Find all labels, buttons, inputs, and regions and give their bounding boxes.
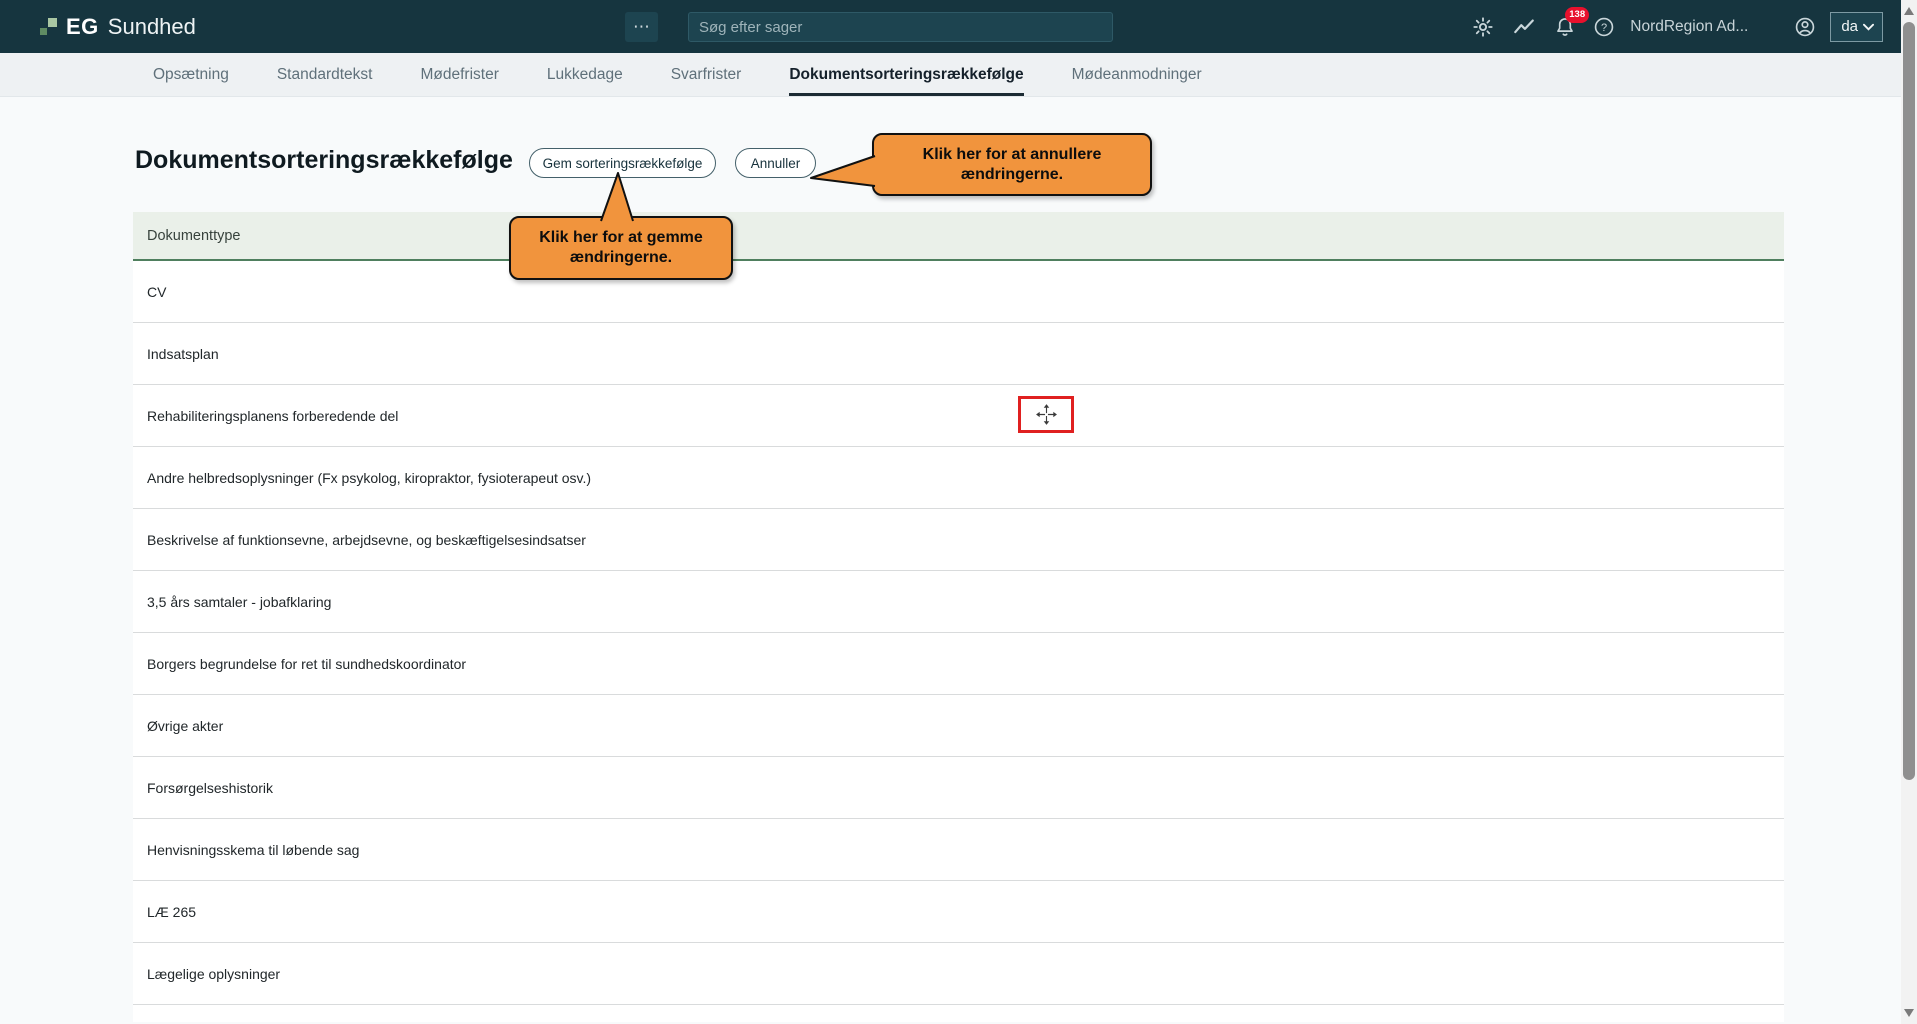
table-row-partial bbox=[133, 1005, 1784, 1022]
tab-standardtekst[interactable]: Standardtekst bbox=[277, 53, 373, 96]
table-row[interactable]: LÆ 265 bbox=[133, 881, 1784, 943]
tab-dokumentsorteringsraekkefoelge[interactable]: Dokumentsorteringsrækkefølge bbox=[789, 53, 1023, 96]
table-row[interactable]: Borgers begrundelse for ret til sundheds… bbox=[133, 633, 1784, 695]
notifications-bell-icon[interactable]: 138 bbox=[1554, 16, 1576, 38]
svg-text:?: ? bbox=[1601, 21, 1607, 33]
ellipsis-icon: ⋯ bbox=[633, 17, 650, 37]
vertical-scrollbar[interactable] bbox=[1901, 0, 1917, 1024]
table-row[interactable]: Andre helbredsoplysninger (Fx psykolog, … bbox=[133, 447, 1784, 509]
cancel-button[interactable]: Annuller bbox=[735, 148, 816, 178]
user-profile-icon[interactable] bbox=[1794, 16, 1816, 38]
settings-gear-icon[interactable] bbox=[1472, 16, 1494, 38]
cancel-hint-callout-tail bbox=[809, 150, 879, 194]
move-cursor-highlight bbox=[1018, 396, 1074, 433]
trend-chart-icon[interactable] bbox=[1513, 16, 1535, 38]
document-type-table: Dokumenttype CV Indsatsplan Rehabiliteri… bbox=[133, 212, 1784, 1022]
brand-logo: EG Sundhed bbox=[40, 0, 196, 53]
table-column-header: Dokumenttype bbox=[133, 212, 1784, 261]
save-hint-callout-tail bbox=[594, 169, 640, 223]
page-title: Dokumentsorteringsrækkefølge bbox=[135, 146, 513, 175]
tab-opsaetning[interactable]: Opsætning bbox=[153, 53, 229, 96]
language-select[interactable]: da bbox=[1830, 12, 1883, 42]
table-row[interactable]: Beskrivelse af funktionsevne, arbejdsevn… bbox=[133, 509, 1784, 571]
tab-moedeanmodninger[interactable]: Mødeanmodninger bbox=[1072, 53, 1202, 96]
settings-tab-bar: Opsætning Standardtekst Mødefrister Lukk… bbox=[0, 53, 1901, 97]
table-row[interactable]: Forsørgelseshistorik bbox=[133, 757, 1784, 819]
header-actions: 138 ? NordRegion Ad... da bbox=[1472, 0, 1883, 53]
tab-svarfrister[interactable]: Svarfrister bbox=[671, 53, 742, 96]
notification-badge: 138 bbox=[1565, 7, 1589, 23]
scrollbar-up-arrow-icon[interactable] bbox=[1904, 7, 1914, 15]
tab-lukkedage[interactable]: Lukkedage bbox=[547, 53, 623, 96]
scrollbar-thumb[interactable] bbox=[1903, 22, 1915, 780]
language-code: da bbox=[1841, 18, 1858, 35]
brand-name-bold: EG bbox=[66, 14, 99, 40]
table-row[interactable]: CV bbox=[133, 261, 1784, 323]
table-row[interactable]: Rehabiliteringsplanens forberedende del bbox=[133, 385, 1784, 447]
top-header: EG Sundhed ⋯ 138 ? NordRegion Ad... bbox=[0, 0, 1901, 53]
table-row[interactable]: Indsatsplan bbox=[133, 323, 1784, 385]
cancel-hint-callout: Klik her for at annullere ændringerne. bbox=[872, 133, 1152, 196]
help-icon[interactable]: ? bbox=[1593, 16, 1615, 38]
table-row[interactable]: Øvrige akter bbox=[133, 695, 1784, 757]
search-input[interactable] bbox=[688, 12, 1113, 42]
overflow-menu-button[interactable]: ⋯ bbox=[625, 12, 658, 42]
brand-product-name: Sundhed bbox=[108, 14, 196, 40]
scrollbar-down-arrow-icon[interactable] bbox=[1904, 1009, 1914, 1017]
table-row[interactable]: 3,5 års samtaler - jobafklaring bbox=[133, 571, 1784, 633]
save-hint-callout: Klik her for at gemme ændringerne. bbox=[509, 216, 733, 280]
table-row[interactable]: Lægelige oplysninger bbox=[133, 943, 1784, 1005]
eg-logo-icon bbox=[40, 18, 57, 35]
table-row[interactable]: Henvisningsskema til løbende sag bbox=[133, 819, 1784, 881]
move-cursor-icon bbox=[1035, 403, 1058, 426]
tab-moedefrister[interactable]: Mødefrister bbox=[420, 53, 498, 96]
account-name[interactable]: NordRegion Ad... bbox=[1630, 18, 1748, 36]
app-viewport: EG Sundhed ⋯ 138 ? NordRegion Ad... bbox=[0, 0, 1917, 1024]
chevron-down-icon bbox=[1863, 23, 1874, 31]
